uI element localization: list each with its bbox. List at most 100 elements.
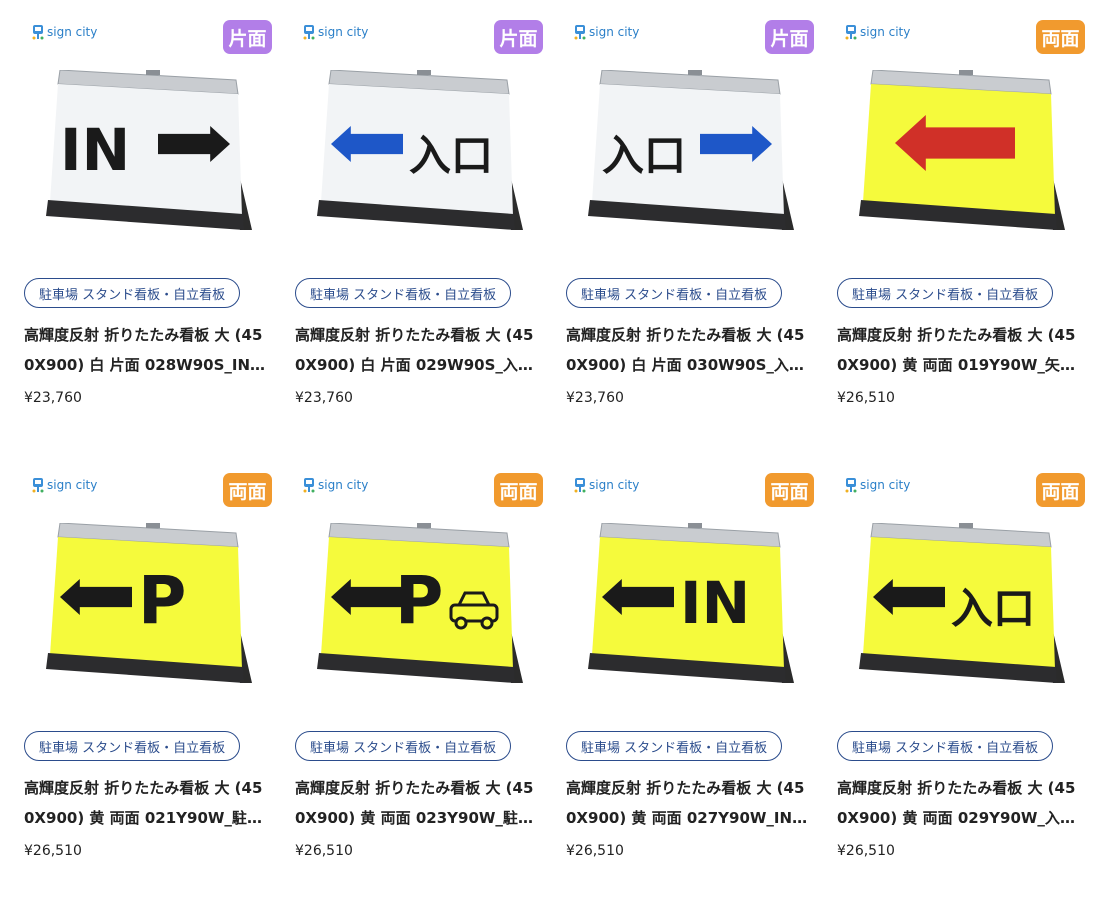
rail-handle: [959, 70, 973, 75]
product-image[interactable]: sign city 片面 IN: [24, 20, 272, 264]
product-title[interactable]: 高輝度反射 折りたたみ看板 大 (45 0X900) 黄 両面 029Y90W_…: [837, 773, 1083, 833]
logo-text: sign city: [318, 478, 369, 492]
a-frame-sign-image: IN: [46, 70, 252, 230]
product-price: ¥26,510: [837, 843, 895, 859]
sign-city-logo: sign city: [32, 24, 97, 40]
product-card[interactable]: sign city 両面 IN 駐車場 スタンド看板・自立看板 高輝度反射 折り…: [566, 473, 814, 859]
product-title[interactable]: 高輝度反射 折りたたみ看板 大 (45 0X900) 白 片面 030W90S_…: [566, 320, 812, 380]
category-tag-label: 駐車場 スタンド看板・自立看板: [310, 287, 497, 303]
sign-text: 入口: [602, 131, 686, 180]
car-wheel: [480, 616, 494, 630]
product-card[interactable]: sign city 両面 入口 駐車場 スタンド看板・自立看板 高輝度反射 折り…: [837, 473, 1085, 859]
car-wheel: [454, 616, 468, 630]
product-image[interactable]: sign city 片面 入口: [295, 20, 543, 264]
product-title-line1: 高輝度反射 折りたたみ看板 大 (45: [837, 779, 1076, 797]
side-badge: 片面: [494, 20, 543, 54]
category-tag[interactable]: 駐車場 スタンド看板・自立看板: [295, 278, 512, 308]
product-price: ¥26,510: [566, 843, 624, 859]
side-badge: 両面: [765, 473, 814, 507]
rail-handle: [688, 70, 702, 75]
rail-handle: [688, 523, 702, 528]
sign-city-logo: sign city: [303, 24, 368, 40]
a-frame-sign-image: P: [46, 523, 252, 683]
category-tag-label: 駐車場 スタンド看板・自立看板: [310, 740, 497, 756]
sign-city-logo: sign city: [574, 477, 639, 493]
side-badge-label: 片面: [228, 27, 267, 50]
category-tag[interactable]: 駐車場 スタンド看板・自立看板: [24, 731, 241, 761]
logo-icon: [845, 478, 857, 493]
category-tag-label: 駐車場 スタンド看板・自立看板: [852, 740, 1039, 756]
product-card[interactable]: sign city 両面 P 駐車場 スタンド看板・自立看板 高輝度反射 折りた…: [24, 473, 272, 859]
product-card[interactable]: sign city 片面 入口 駐車場 スタンド看板・自立看板 高輝度反射 折り…: [295, 20, 543, 406]
sign-city-logo: sign city: [303, 477, 368, 493]
product-image[interactable]: sign city 両面 入口: [837, 473, 1085, 717]
product-title[interactable]: 高輝度反射 折りたたみ看板 大 (45 0X900) 白 片面 029W90S_…: [295, 320, 541, 380]
product-title[interactable]: 高輝度反射 折りたたみ看板 大 (45 0X900) 黄 両面 027Y90W_…: [566, 773, 812, 833]
logo-icon: [32, 478, 44, 493]
sign-text: IN: [680, 569, 750, 637]
rail-handle: [417, 523, 431, 528]
product-card[interactable]: sign city 片面 IN 駐車場 スタンド看板・自立看板 高輝度反射 折り…: [24, 20, 272, 406]
product-title-line2: 0X900) 黄 両面 019Y90W_矢印(←): [837, 356, 1083, 374]
product-image[interactable]: sign city 両面: [837, 20, 1085, 264]
logo-icon: [32, 25, 44, 40]
a-frame-sign-image: [859, 70, 1065, 230]
product-price: ¥23,760: [24, 390, 82, 406]
category-tag-label: 駐車場 スタンド看板・自立看板: [852, 287, 1039, 303]
product-title-line2: 0X900) 黄 両面 027Y90W_IN矢印左(←): [566, 809, 812, 827]
sign-text: IN: [60, 116, 130, 184]
category-tag[interactable]: 駐車場 スタンド看板・自立看板: [837, 278, 1054, 308]
product-title[interactable]: 高輝度反射 折りたたみ看板 大 (45 0X900) 白 片面 028W90S_…: [24, 320, 270, 380]
rail-handle: [417, 70, 431, 75]
category-tag-label: 駐車場 スタンド看板・自立看板: [39, 740, 226, 756]
product-image[interactable]: sign city 両面 P: [24, 473, 272, 717]
rail-handle: [959, 523, 973, 528]
sign-city-logo: sign city: [845, 24, 910, 40]
product-card[interactable]: sign city 両面 P 駐車場 スタンド看板・自立看板 高輝度反射 折りた…: [295, 473, 543, 859]
product-card[interactable]: sign city 両面 駐車場 スタンド看板・自立看板 高輝度反射 折りたたみ…: [837, 20, 1085, 406]
side-badge: 両面: [1036, 20, 1085, 54]
category-tag[interactable]: 駐車場 スタンド看板・自立看板: [566, 278, 783, 308]
product-title[interactable]: 高輝度反射 折りたたみ看板 大 (45 0X900) 黄 両面 019Y90W_…: [837, 320, 1083, 380]
side-badge-label: 両面: [1041, 27, 1080, 50]
product-price: ¥26,510: [837, 390, 895, 406]
side-badge: 片面: [765, 20, 814, 54]
product-image[interactable]: sign city 片面 入口: [566, 20, 814, 264]
product-grid: sign city 片面 IN 駐車場 スタンド看板・自立看板 高輝度反射 折り…: [0, 0, 1100, 902]
a-frame-sign-image: IN: [588, 523, 794, 683]
product-price: ¥26,510: [24, 843, 82, 859]
side-badge-label: 片面: [770, 27, 809, 50]
category-tag[interactable]: 駐車場 スタンド看板・自立看板: [566, 731, 783, 761]
product-title-line2: 0X900) 黄 両面 029Y90W_入口左矢印(←): [837, 809, 1083, 827]
product-title-line2: 0X900) 黄 両面 021Y90W_駐車場P左矢印(←): [24, 809, 270, 827]
category-tag[interactable]: 駐車場 スタンド看板・自立看板: [837, 731, 1054, 761]
product-price: ¥23,760: [295, 390, 353, 406]
product-card[interactable]: sign city 片面 入口 駐車場 スタンド看板・自立看板 高輝度反射 折り…: [566, 20, 814, 406]
category-tag-label: 駐車場 スタンド看板・自立看板: [581, 740, 768, 756]
product-title-line1: 高輝度反射 折りたたみ看板 大 (45: [566, 779, 805, 797]
logo-icon: [303, 25, 315, 40]
product-title[interactable]: 高輝度反射 折りたたみ看板 大 (45 0X900) 黄 両面 021Y90W_…: [24, 773, 270, 833]
product-price: ¥23,760: [566, 390, 624, 406]
product-price: ¥26,510: [295, 843, 353, 859]
rail-handle: [146, 70, 160, 75]
logo-text: sign city: [589, 478, 640, 492]
product-title-line1: 高輝度反射 折りたたみ看板 大 (45: [295, 779, 534, 797]
logo-text: sign city: [860, 478, 911, 492]
product-title-line1: 高輝度反射 折りたたみ看板 大 (45: [837, 326, 1076, 344]
category-tag[interactable]: 駐車場 スタンド看板・自立看板: [295, 731, 512, 761]
side-badge-label: 片面: [499, 27, 538, 50]
product-title-line2: 0X900) 白 片面 028W90S_IN右矢印(→): [24, 356, 270, 374]
rail-handle: [146, 523, 160, 528]
product-image[interactable]: sign city 両面 IN: [566, 473, 814, 717]
product-title-line2: 0X900) 黄 両面 023Y90W_駐車場P車左矢印(←): [295, 809, 541, 827]
side-badge-label: 両面: [499, 480, 538, 503]
side-badge-label: 両面: [1041, 480, 1080, 503]
product-title[interactable]: 高輝度反射 折りたたみ看板 大 (45 0X900) 黄 両面 023Y90W_…: [295, 773, 541, 833]
product-image[interactable]: sign city 両面 P: [295, 473, 543, 717]
category-tag[interactable]: 駐車場 スタンド看板・自立看板: [24, 278, 241, 308]
logo-text: sign city: [47, 25, 98, 39]
side-badge: 片面: [223, 20, 272, 54]
side-badge: 両面: [223, 473, 272, 507]
product-title-line2: 0X900) 白 片面 030W90S_入口右矢印(→): [566, 356, 812, 374]
